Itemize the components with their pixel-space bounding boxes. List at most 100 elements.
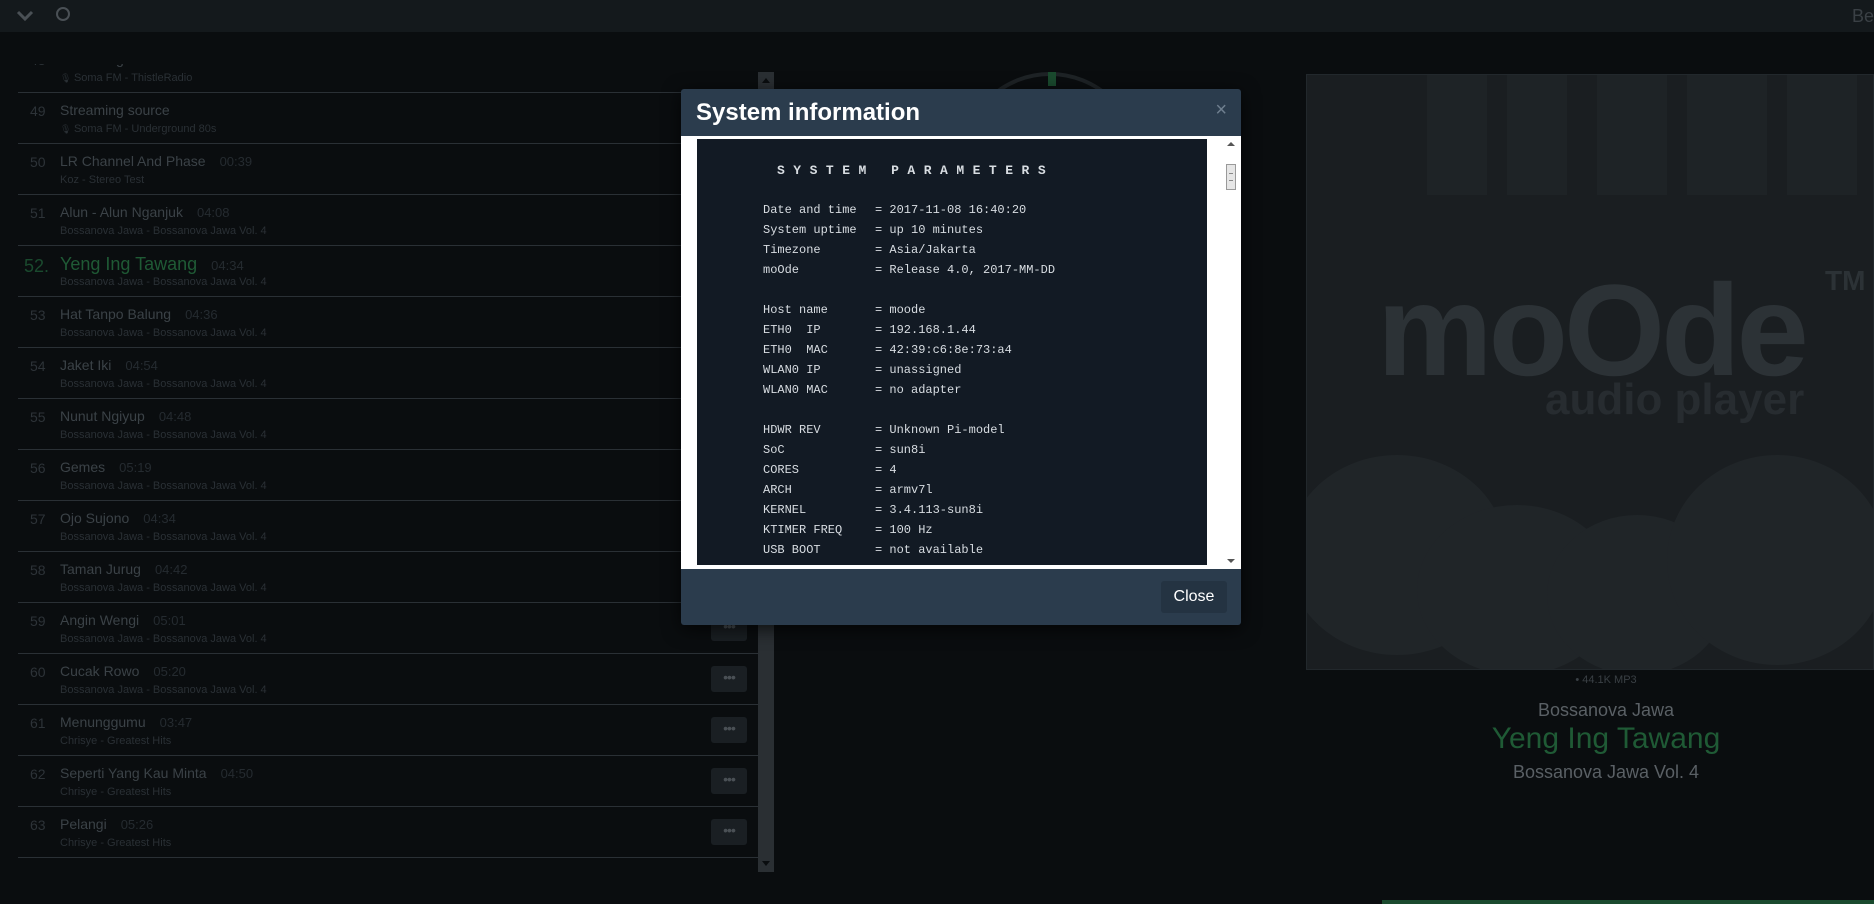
playlist-item-title-text: Yeng Ing Tawang: [60, 254, 198, 274]
playlist-item-title-text: Taman Jurug: [60, 561, 141, 577]
scrollbar-thumb[interactable]: [1226, 164, 1236, 190]
system-parameter-key: ETH0 IP: [763, 323, 821, 337]
playlist-item[interactable]: 58 Taman Jurug 04:42 Bossanova Jawa - Bossa…: [18, 552, 758, 603]
playlist-item-subtitle-text: Bossanova Jawa - Bossanova Jawa Vol. 4: [60, 531, 267, 543]
playlist-item[interactable]: 50 LR Channel And Phase 00:39 Koz - Stereo …: [18, 144, 758, 195]
now-playing-album[interactable]: Bossanova Jawa Vol. 4: [1306, 762, 1874, 783]
playlist-item-title-text: Streaming source: [60, 102, 170, 118]
playlist-item-duration: 04:34: [143, 511, 176, 526]
playlist-item-title-text: Streaming source: [60, 64, 170, 67]
playlist-item-subtitle-text: Chrisye - Greatest Hits: [60, 786, 172, 798]
system-parameter-value: = 192.168.1.44: [875, 323, 976, 337]
system-parameter-line: Timezone = Asia/Jakarta: [763, 243, 976, 257]
playlist-item-subtitle: Koz - Stereo Test: [60, 174, 144, 186]
system-parameter-line: ARCH = armv7l: [763, 483, 933, 497]
system-parameter-value: = 100 Hz: [875, 523, 933, 537]
playlist-item-number: 48: [30, 64, 46, 68]
system-parameter-value: = Asia/Jakarta: [875, 243, 976, 257]
system-parameter-value: = no adapter: [875, 383, 962, 397]
system-parameter-value: = 2017-11-08 16:40:20: [875, 203, 1027, 217]
playlist-item-subtitle-text: Bossanova Jawa - Bossanova Jawa Vol. 4: [60, 225, 267, 237]
playlist-item-subtitle: 🎙 Soma FM - ThistleRadio: [60, 72, 192, 84]
more-options-button[interactable]: •••: [711, 819, 747, 845]
playlist-item-title-text: Ojo Sujono: [60, 510, 130, 526]
playlist-item-number: 54: [30, 358, 46, 374]
scroll-down-icon[interactable]: [762, 861, 770, 866]
playlist-item-title-text: Pelangi: [60, 816, 107, 832]
playlist-item[interactable]: 53 Hat Tanpo Balung 04:36 Bossanova Jawa - …: [18, 297, 758, 348]
close-icon[interactable]: ×: [1215, 99, 1227, 122]
playlist-item-title: Alun - Alun Nganjuk 04:08: [60, 204, 230, 220]
playlist-item[interactable]: 56 Gemes 05:19 Bossanova Jawa - Bossanova J…: [18, 450, 758, 501]
album-cover[interactable]: moOde TM audio player: [1306, 74, 1874, 670]
playlist-item[interactable]: 54 Jaket Iki 04:54 Bossanova Jawa - Bossano…: [18, 348, 758, 399]
playlist-item-title-text: Gemes: [60, 459, 106, 475]
playlist: 48 Streaming source 🎙 Soma FM - ThistleRad…: [18, 64, 758, 872]
playlist-item-subtitle: Bossanova Jawa - Bossanova Jawa Vol. 4: [60, 276, 267, 288]
scroll-down-icon[interactable]: [1227, 559, 1235, 563]
topbar-right-text: Be: [1851, 6, 1874, 26]
playlist-item-subtitle: Bossanova Jawa - Bossanova Jawa Vol. 4: [60, 531, 267, 543]
scroll-up-icon[interactable]: [762, 78, 770, 83]
playlist-item-number: 57: [30, 511, 46, 527]
playlist-item[interactable]: 48 Streaming source 🎙 Soma FM - ThistleRad…: [18, 64, 758, 93]
playlist-item-subtitle-text: Bossanova Jawa - Bossanova Jawa Vol. 4: [60, 429, 267, 441]
chevron-down-icon[interactable]: [14, 4, 36, 26]
audio-format: • 44.1K MP3: [1575, 674, 1637, 686]
playlist-item[interactable]: 49 Streaming source 🎙 Soma FM - Undergroun…: [18, 93, 758, 144]
clock-icon[interactable]: [56, 7, 70, 21]
system-parameter-key: KERNEL: [763, 503, 807, 517]
playlist-item-title: Pelangi 05:26: [60, 816, 153, 832]
playlist-item-duration: 05:20: [153, 664, 186, 679]
playlist-item-number: 56: [30, 460, 46, 476]
playlist-item[interactable]: 52. Yeng Ing Tawang 04:34 Bossanova Jawa - …: [18, 246, 758, 297]
playlist-item-duration: 04:54: [125, 358, 158, 373]
playlist-item-subtitle: 🎙 Soma FM - Underground 80s: [60, 123, 216, 135]
system-parameter-key: Host name: [763, 303, 828, 317]
playlist-item-duration: 04:48: [158, 409, 192, 424]
playlist-item[interactable]: 59 Angin Wengi 05:01 Bossanova Jawa - Bossa…: [18, 603, 758, 654]
playlist-item[interactable]: 62 Seperti Yang Kau Minta 04:50 Chrisye - G…: [18, 756, 758, 807]
playlist-item-title-text: Nunut Ngiyup: [60, 408, 145, 424]
playlist-item-title-text: LR Channel And Phase: [60, 153, 206, 169]
system-parameter-line: ETH0 IP = 192.168.1.44: [763, 323, 976, 337]
playlist-item-title: Nunut Ngiyup 04:48: [60, 408, 191, 424]
modal-scrollbar[interactable]: [1223, 138, 1239, 567]
playlist-item-title: Seperti Yang Kau Minta 04:50: [60, 765, 253, 781]
system-parameter-value: = 42:39:c6:8e:73:a4: [875, 343, 1012, 357]
playlist-item[interactable]: 63 Pelangi 05:26 Chrisye - Greatest Hits •••: [18, 807, 758, 858]
system-parameters-heading: SYSTEM PARAMETERS: [777, 163, 1055, 178]
playlist-item-title-text: Hat Tanpo Balung: [60, 306, 172, 322]
playlist-item-subtitle-text: Chrisye - Greatest Hits: [60, 837, 172, 849]
moode-logo-subtitle: audio player: [1545, 375, 1805, 424]
system-parameter-value: = unassigned: [875, 363, 962, 377]
playlist-item-subtitle: Chrisye - Greatest Hits: [60, 735, 171, 747]
playlist-item[interactable]: 60 Cucak Rowo 05:20 Bossanova Jawa - Bossan…: [18, 654, 758, 705]
scroll-up-icon[interactable]: [1227, 142, 1235, 146]
more-options-button[interactable]: •••: [711, 768, 747, 794]
playlist-item[interactable]: 61 Menunggumu 03:47 Chrisye - Greatest Hits…: [18, 705, 758, 756]
playlist-item[interactable]: 55 Nunut Ngiyup 04:48 Bossanova Jawa - Boss…: [18, 399, 758, 450]
system-parameter-line: ETH0 MAC = 42:39:c6:8e:73:a4: [763, 343, 1012, 357]
knob-indicator: [1048, 72, 1056, 86]
close-button[interactable]: Close: [1161, 581, 1227, 613]
system-parameter-value: = 3.4.113-sun8i: [875, 503, 984, 517]
playlist-item[interactable]: 51 Alun - Alun Nganjuk 04:08 Bossanova Jawa…: [18, 195, 758, 246]
system-parameter-value: = armv7l: [875, 483, 933, 497]
more-options-button[interactable]: •••: [711, 717, 747, 743]
playlist-item-number: 50: [30, 154, 46, 170]
playlist-item-title-text: Alun - Alun Nganjuk: [60, 204, 183, 220]
playlist-item-title: Ojo Sujono 04:34: [60, 510, 176, 526]
playlist-item-duration: 05:01: [153, 613, 186, 628]
progress-bar[interactable]: [1382, 900, 1874, 904]
more-options-button[interactable]: •••: [711, 666, 747, 692]
playlist-item-number: 53: [30, 307, 46, 323]
playlist-item[interactable]: 57 Ojo Sujono 04:34 Bossanova Jawa - Bossan…: [18, 501, 758, 552]
playlist-item-subtitle: Bossanova Jawa - Bossanova Jawa Vol. 4: [60, 684, 267, 696]
playlist-item-subtitle-text: Soma FM - ThistleRadio: [73, 72, 193, 84]
now-playing-artist[interactable]: Bossanova Jawa: [1306, 700, 1874, 721]
system-parameter-key: Timezone: [763, 243, 821, 257]
playlist-item-number: 58: [30, 562, 46, 578]
playlist-item-subtitle: Chrisye - Greatest Hits: [60, 837, 171, 849]
modal-title: System information: [696, 99, 921, 126]
